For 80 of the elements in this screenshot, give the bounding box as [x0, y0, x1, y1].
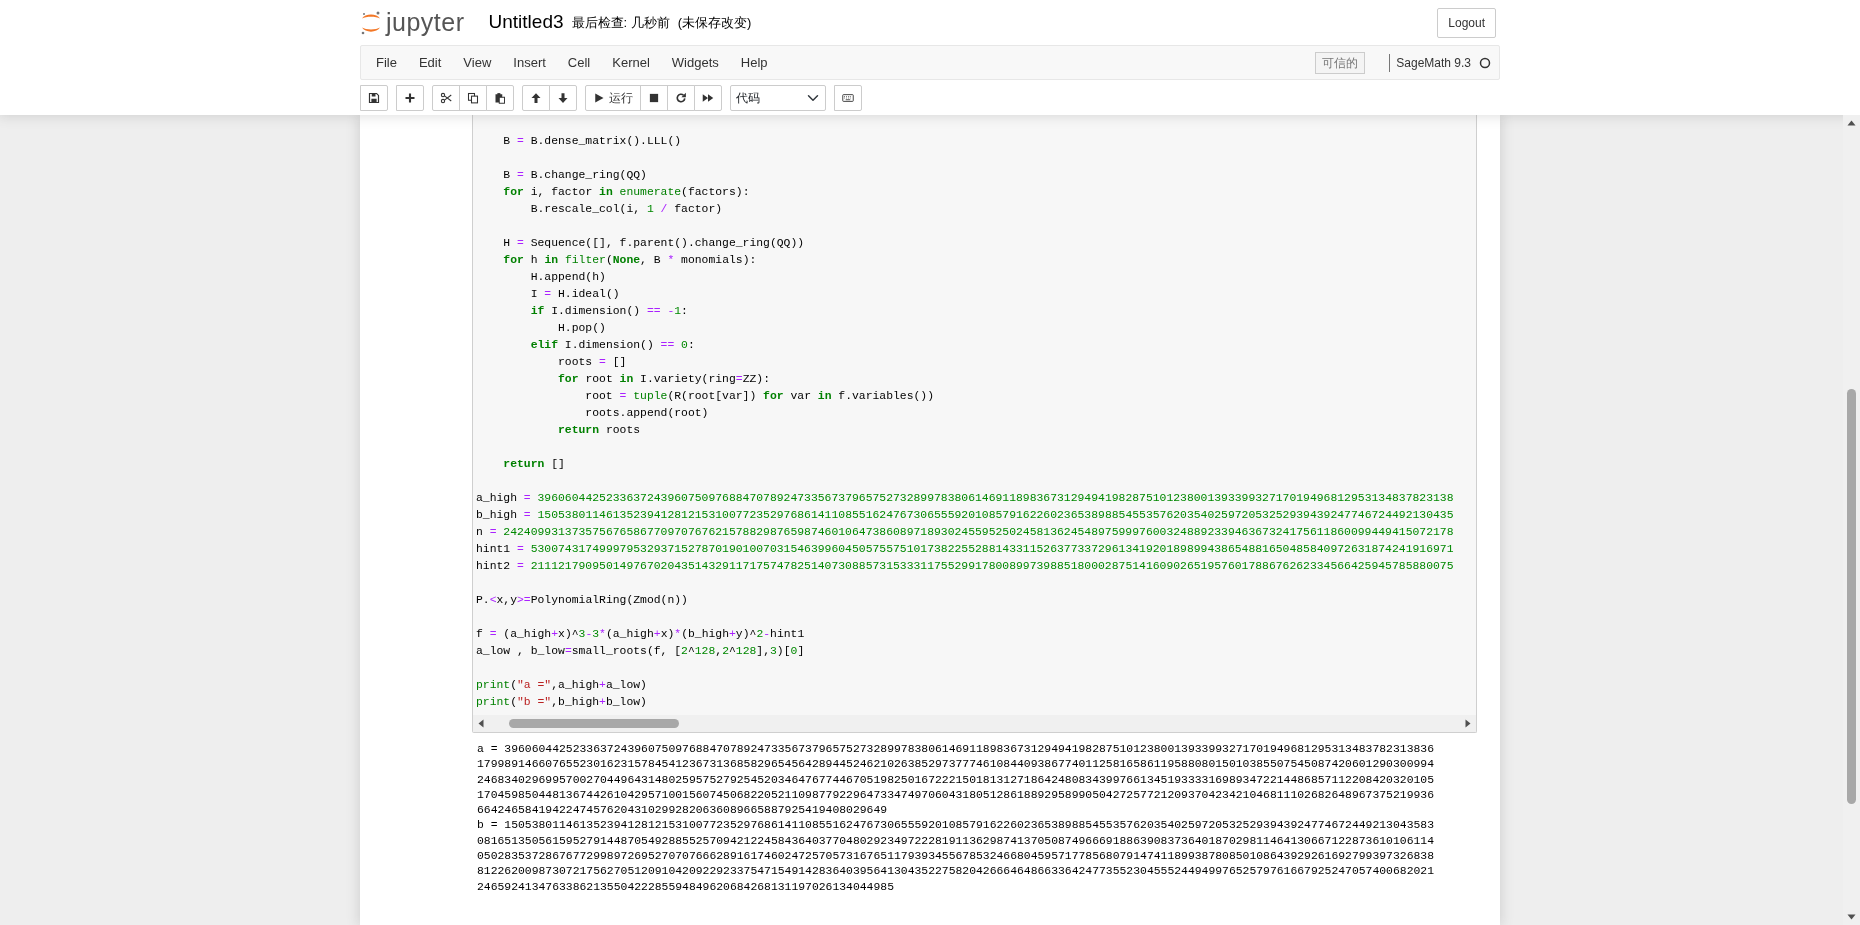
arrow-down-icon: [557, 92, 569, 104]
move-up-button[interactable]: [522, 85, 550, 111]
code-line: B = B.change_ring(QQ): [502, 168, 647, 183]
arrow-up-icon: [530, 92, 542, 104]
plus-icon: [404, 92, 416, 104]
code-line: B = B.dense_matrix().LLL(): [502, 134, 682, 149]
output-line: 08165135056159527914487054928855257094212245843640377048029234972228191136298741370508749666918863908373640187029811464130667122873610106114: [477, 833, 1435, 849]
output-line: 2465924134763386213550422285594849620684268131197026134044985: [477, 879, 895, 895]
logo-icon: [360, 9, 382, 36]
autosave-status: (未保存改变): [677, 13, 752, 32]
output-line: 17998914660765523016231578454123673136858296545642894452462102638529737774610844093867740112581658611958808015010385507545087420601290300994: [477, 757, 1435, 773]
code-line: B.rescale_col(i, 1 / factor): [529, 202, 723, 217]
notebook-name[interactable]: Untitled3: [488, 8, 564, 37]
logo-text: jupyter: [386, 10, 465, 35]
menu-item[interactable]: Insert: [502, 46, 557, 79]
square-icon: [648, 92, 660, 104]
copy-icon: [467, 92, 479, 104]
code-line: roots = []: [557, 355, 627, 370]
output-line: b = 1505380114613523941281215310077235297686141108551624767306555920108579162260236538988545535762035402597205325293943924774672449213043583: [477, 818, 1435, 834]
menu-item[interactable]: Kernel: [601, 46, 661, 79]
output-line: 05028353728676772998972695270707666289161746024725705731676511793934556785324668045957177856807914741189938780850108643929261692799397326838: [477, 849, 1435, 865]
code-line: return []: [502, 457, 565, 472]
keyboard-icon: [842, 92, 854, 104]
cell-type-select[interactable]: 代码: [730, 85, 826, 111]
copy-button[interactable]: [459, 85, 487, 111]
code-line: H.append(h): [529, 270, 606, 285]
code-line: f = (a_high+x)^3-3*(a_high+x)*(b_high+y)^2-hint1: [476, 627, 805, 642]
menu-item[interactable]: View: [452, 46, 503, 79]
output-line: 17045985044813674426104295710015607450682205211098779229647334749706043180512861889295899050427257721209370423421046811102682648967375219936: [477, 787, 1435, 803]
code-line: roots.append(root): [584, 406, 709, 421]
menu-item[interactable]: Edit: [407, 46, 453, 79]
cut-button[interactable]: [432, 85, 460, 111]
code-line: root = tuple(R(root[var]) for var in f.variables()): [584, 389, 935, 404]
scrollbar-thumb[interactable]: [509, 719, 679, 728]
output-line: 24683402969957002704496431480259575279254520346476774467051982501672221501813127186424808343997661345193333169893472214486857112208420320105: [477, 772, 1435, 788]
code-line: for h in filter(None, B * monomials):: [502, 253, 757, 268]
logout-button[interactable]: Logout: [1437, 7, 1496, 38]
code-line: print("a =",a_high+a_low): [476, 678, 647, 693]
code-line: I = H.ideal(): [529, 287, 620, 302]
scissors-icon: [440, 92, 452, 104]
fast-forward-button[interactable]: [694, 85, 722, 111]
keyboard-button[interactable]: [834, 85, 862, 111]
code-line: print("b =",b_high+b_low): [476, 695, 647, 710]
output-line: 81226200987307217562705120910420922923375471549142836403956413043522758204266646486633642477355230455524494997652579761667925247057400682021: [477, 864, 1435, 880]
code-line: hint1 = 530074317499979532937152787019010070315463996045057557510173822552881433115263773372961341920189899438654881650485840972631874241916971: [476, 542, 1454, 557]
menu-item[interactable]: Widgets: [660, 46, 730, 79]
code-line: H = Sequence([], f.parent().change_ring(QQ)): [502, 236, 805, 251]
checkpoint-text: 最后检查: 几秒前: [571, 13, 670, 32]
scrollbar-thumb[interactable]: [1847, 389, 1856, 804]
code-line: hint2 = 211121790950149767020435143291171757478251407308857315333117552991780089973988518000287514160902651957601788676262334566425945785880075: [476, 559, 1454, 574]
code-line: b_high = 15053801146135239412812153100772352976861411085516247673065559201085791622602365389885455357620354025972053252939439247746724492130435: [476, 508, 1454, 523]
save-button[interactable]: [360, 85, 388, 111]
menu-item[interactable]: Help: [729, 46, 779, 79]
play-icon: [593, 92, 605, 104]
code-line: for i, factor in enumerate(factors):: [502, 185, 750, 200]
fast-forward-icon: [702, 92, 714, 104]
code-line: a_high = 39606044252336372439607509768847078924733567379657527328997838061469118983673129494198287510123800139339932717019496812953134837823138: [476, 491, 1454, 506]
code-line: n = 2424099313735756765867709707676215788298765987460106473860897189302455952502458136245489759997600324889233946367324175611860099449415072178: [476, 525, 1454, 540]
add-cell-button[interactable]: [396, 85, 424, 111]
menu-item[interactable]: File: [365, 46, 408, 79]
horizontal-scrollbar[interactable]: [473, 715, 1476, 732]
code-line: P.<x,y>=PolynomialRing(Zmod(n)): [476, 593, 688, 608]
paste-button[interactable]: [486, 85, 514, 111]
output-line: 664246584194224745762043102992820636089665887925419408029649: [477, 803, 889, 819]
clipboard-icon: [494, 92, 506, 104]
restart-button[interactable]: [667, 85, 695, 111]
code-line: if I.dimension() == -1:: [529, 304, 688, 319]
move-down-button[interactable]: [549, 85, 577, 111]
stop-button[interactable]: [640, 85, 668, 111]
code-line: for root in I.variety(ring=ZZ):: [557, 372, 770, 387]
run-button[interactable]: 运行: [585, 85, 641, 111]
trusted-badge[interactable]: 可信的: [1315, 51, 1366, 74]
code-line: return roots: [557, 423, 641, 438]
circular-arrow-icon: [675, 92, 687, 104]
output-line: a = 3960604425233637243960750976884707892473356737965752732899783806146911898367312949419828751012380013933993271701949681295313483782313836: [477, 742, 1435, 757]
kernel-name[interactable]: SageMath 9.3: [1389, 53, 1471, 72]
code-line: elif I.dimension() == 0:: [529, 338, 695, 353]
menu-item[interactable]: Cell: [556, 46, 602, 79]
code-line: a_low , b_low=small_roots(f, [2^128,2^128],3)[0]: [476, 644, 805, 659]
code-line: H.pop(): [557, 321, 606, 336]
